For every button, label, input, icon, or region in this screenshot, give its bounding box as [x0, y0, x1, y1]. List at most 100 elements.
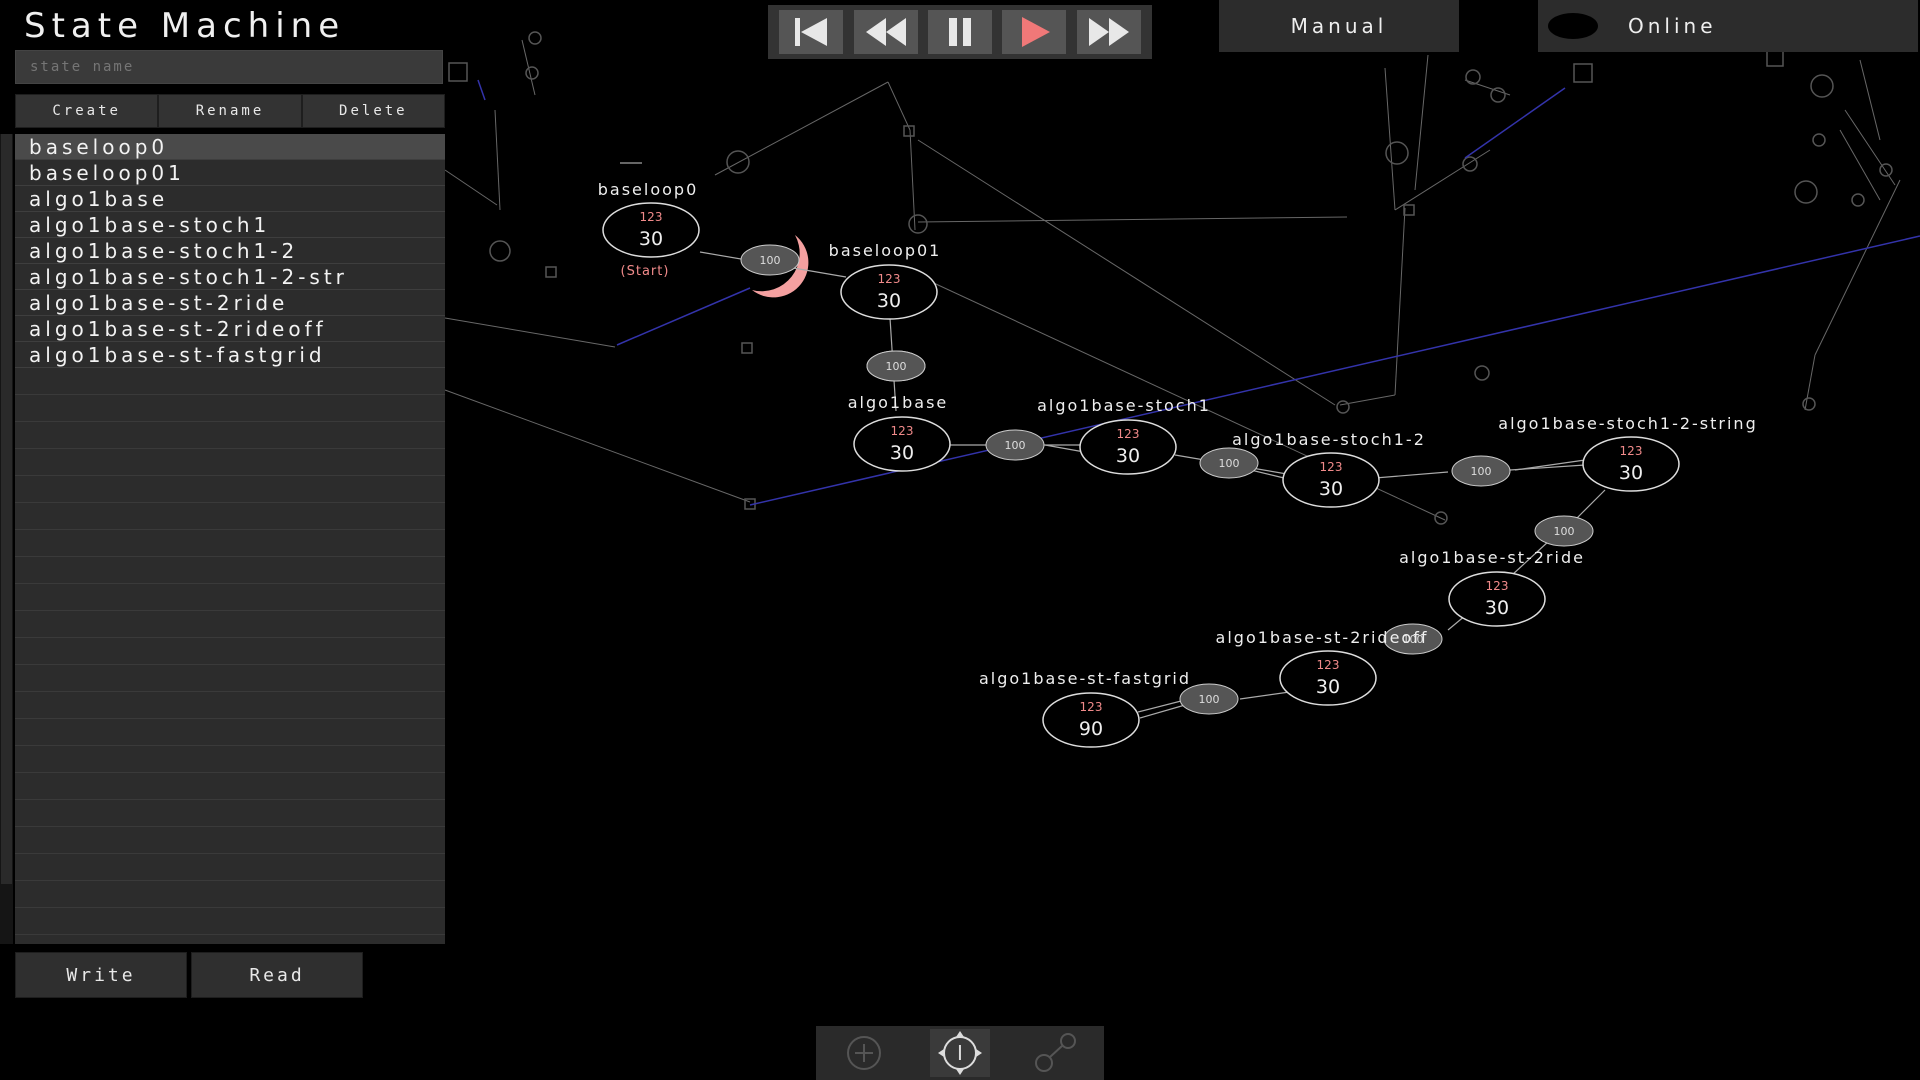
- rewind-button[interactable]: [853, 10, 918, 54]
- state-node-algo1base: algo1base 123 30: [848, 393, 951, 472]
- pause-button[interactable]: [927, 10, 992, 54]
- empty-row: [15, 557, 445, 584]
- list-item[interactable]: algo1base-st-2rideoff: [15, 316, 445, 342]
- transition-label: 100: [1451, 455, 1511, 487]
- svg-text:100: 100: [1471, 465, 1492, 478]
- empty-row: [15, 611, 445, 638]
- state-node-algo1base-st-2rideoff: algo1base-st-2rideoff 123 30: [1216, 628, 1429, 706]
- state-list-scrollbar[interactable]: [0, 134, 13, 944]
- svg-text:baseloop01: baseloop01: [829, 241, 942, 260]
- state-node-baseloop01: baseloop01 123 30: [829, 241, 942, 320]
- svg-text:30: 30: [890, 442, 914, 464]
- svg-text:100: 100: [760, 254, 781, 267]
- empty-row: [15, 827, 445, 854]
- online-toggle[interactable]: Online: [1538, 0, 1918, 52]
- empty-row: [15, 368, 445, 395]
- svg-text:algo1base-stoch1-2: algo1base-stoch1-2: [1232, 430, 1426, 449]
- state-node-baseloop0: baseloop0 123 30 (Start): [598, 180, 700, 279]
- svg-text:123: 123: [1620, 444, 1643, 458]
- svg-text:algo1base-stoch1: algo1base-stoch1: [1037, 396, 1211, 415]
- transition-label: 100: [1199, 447, 1259, 479]
- svg-text:algo1base-st-2rideoff: algo1base-st-2rideoff: [1216, 628, 1429, 647]
- state-node-algo1base-stoch1: algo1base-stoch1 123 30: [1037, 396, 1211, 475]
- empty-row: [15, 908, 445, 935]
- svg-text:30: 30: [877, 290, 901, 312]
- svg-text:123: 123: [1317, 658, 1340, 672]
- transition-label: 100: [866, 350, 926, 382]
- empty-row: [15, 584, 445, 611]
- create-button[interactable]: Create: [15, 94, 159, 128]
- transport-controls: [768, 5, 1152, 59]
- svg-text:100: 100: [1005, 439, 1026, 452]
- empty-row: [15, 638, 445, 665]
- empty-row: [15, 854, 445, 881]
- empty-row: [15, 476, 445, 503]
- svg-text:100: 100: [886, 360, 907, 373]
- tool-bar: I: [816, 1026, 1104, 1080]
- empty-row: [15, 800, 445, 827]
- svg-text:123: 123: [878, 272, 901, 286]
- list-item[interactable]: baseloop0: [15, 134, 445, 160]
- list-item[interactable]: algo1base: [15, 186, 445, 212]
- empty-row: [15, 773, 445, 800]
- transition-label: 100: [1534, 515, 1594, 547]
- svg-text:30: 30: [1485, 597, 1509, 619]
- svg-text:100: 100: [1219, 457, 1240, 470]
- connect-icon: [1035, 1033, 1076, 1072]
- svg-text:123: 123: [1320, 460, 1343, 474]
- empty-row: [15, 692, 445, 719]
- fast-forward-icon: [1088, 18, 1129, 46]
- state-list: baseloop0 baseloop01 algo1base algo1base…: [15, 134, 445, 944]
- delete-button[interactable]: Delete: [301, 94, 445, 128]
- svg-text:baseloop0: baseloop0: [598, 180, 699, 199]
- svg-text:algo1base: algo1base: [848, 393, 949, 412]
- play-button[interactable]: [1002, 10, 1067, 54]
- svg-text:30: 30: [1319, 478, 1343, 500]
- play-icon: [1022, 17, 1051, 47]
- fast-forward-button[interactable]: [1076, 10, 1141, 54]
- empty-row: [15, 530, 445, 557]
- list-item[interactable]: algo1base-stoch1: [15, 212, 445, 238]
- transition-label: 100: [740, 244, 800, 276]
- skip-to-start-button[interactable]: [779, 10, 844, 54]
- svg-text:90: 90: [1079, 718, 1103, 740]
- svg-text:30: 30: [1619, 462, 1643, 484]
- skip-to-start-icon: [795, 18, 828, 46]
- mode-button[interactable]: Manual: [1219, 0, 1459, 52]
- move-tool[interactable]: I: [930, 1029, 990, 1077]
- state-node-algo1base-stoch1-2-string: algo1base-stoch1-2-string 123 30: [1498, 414, 1757, 492]
- svg-text:algo1base-st-fastgrid: algo1base-st-fastgrid: [979, 669, 1191, 688]
- rename-button[interactable]: Rename: [158, 94, 302, 128]
- empty-row: [15, 503, 445, 530]
- transition-label: 100: [1179, 683, 1239, 715]
- io-buttons: Write Read: [15, 952, 367, 998]
- write-button[interactable]: Write: [15, 952, 187, 998]
- state-node-algo1base-st-2ride: algo1base-st-2ride 123 30: [1399, 548, 1585, 627]
- status-indicator-icon: [1548, 13, 1598, 39]
- state-node-algo1base-stoch1-2: algo1base-stoch1-2 123 30: [1232, 430, 1426, 508]
- list-item[interactable]: algo1base-stoch1-2-str: [15, 264, 445, 290]
- state-name-input[interactable]: [15, 50, 443, 84]
- svg-text:123: 123: [1486, 579, 1509, 593]
- svg-text:algo1base-st-2ride: algo1base-st-2ride: [1399, 548, 1585, 567]
- svg-text:30: 30: [639, 228, 663, 250]
- pause-icon: [948, 18, 971, 46]
- empty-row: [15, 746, 445, 773]
- list-item[interactable]: baseloop01: [15, 160, 445, 186]
- read-button[interactable]: Read: [191, 952, 363, 998]
- svg-text:123: 123: [640, 210, 663, 224]
- list-item[interactable]: algo1base-st-fastgrid: [15, 342, 445, 368]
- svg-text:algo1base-stoch1-2-string: algo1base-stoch1-2-string: [1498, 414, 1757, 433]
- add-tool[interactable]: [834, 1029, 894, 1077]
- blue-links: [477, 79, 1920, 506]
- connect-tool[interactable]: [1026, 1029, 1086, 1077]
- svg-text:100: 100: [1199, 693, 1220, 706]
- empty-row: [15, 449, 445, 476]
- list-item[interactable]: algo1base-stoch1-2: [15, 238, 445, 264]
- scroll-thumb[interactable]: [1, 134, 12, 884]
- transition-label: 100: [985, 429, 1045, 461]
- list-item[interactable]: algo1base-st-2ride: [15, 290, 445, 316]
- rewind-icon: [865, 18, 906, 46]
- empty-row: [15, 422, 445, 449]
- svg-text:123: 123: [891, 424, 914, 438]
